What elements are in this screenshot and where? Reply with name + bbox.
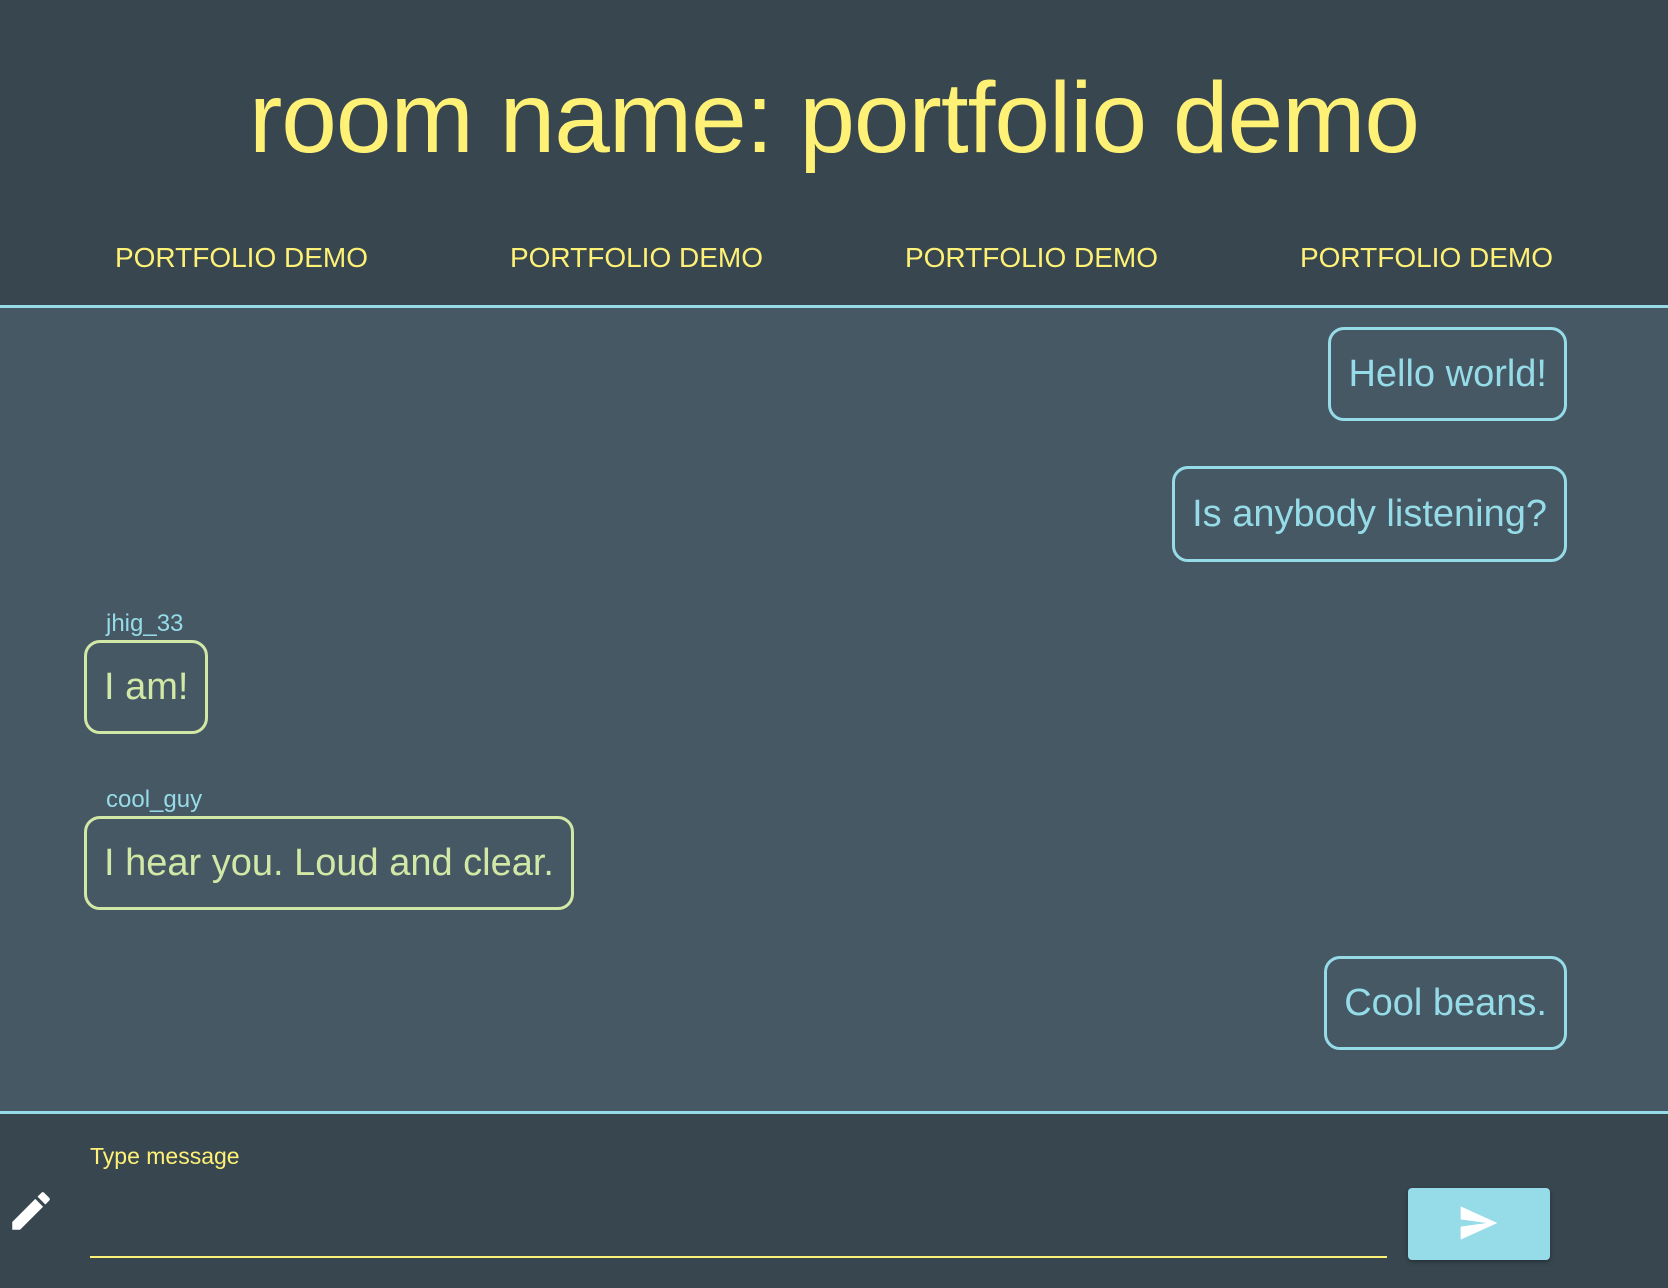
message-composer: Type message: [0, 1114, 1668, 1288]
message-bubble-other: I hear you. Loud and clear.: [84, 816, 574, 910]
room-title: room name: portfolio demo: [248, 62, 1420, 174]
message-input[interactable]: [90, 1192, 1387, 1258]
message-sender-name: cool_guy: [106, 786, 203, 813]
tab-portfolio-demo-1[interactable]: PORTFOLIO DEMO: [99, 236, 384, 280]
message-input-label: Type message: [90, 1143, 240, 1169]
room-header: room name: portfolio demo PORTFOLIO DEMO…: [0, 0, 1668, 308]
tab-bar: PORTFOLIO DEMO PORTFOLIO DEMO PORTFOLIO …: [0, 236, 1668, 280]
tab-portfolio-demo-2[interactable]: PORTFOLIO DEMO: [494, 236, 779, 280]
send-icon: [1459, 1205, 1499, 1243]
pencil-icon: [6, 1186, 56, 1236]
message-bubble-own: Cool beans.: [1324, 956, 1567, 1050]
send-button[interactable]: [1408, 1188, 1550, 1260]
message-list[interactable]: Hello world! Is anybody listening? jhig_…: [0, 308, 1668, 1112]
message-bubble-own: Hello world!: [1328, 327, 1567, 421]
tab-portfolio-demo-3[interactable]: PORTFOLIO DEMO: [889, 236, 1174, 280]
message-sender-name: jhig_33: [106, 610, 184, 637]
message-bubble-other: I am!: [84, 640, 209, 734]
message-bubble-own: Is anybody listening?: [1172, 466, 1567, 562]
tab-portfolio-demo-4[interactable]: PORTFOLIO DEMO: [1284, 236, 1569, 280]
